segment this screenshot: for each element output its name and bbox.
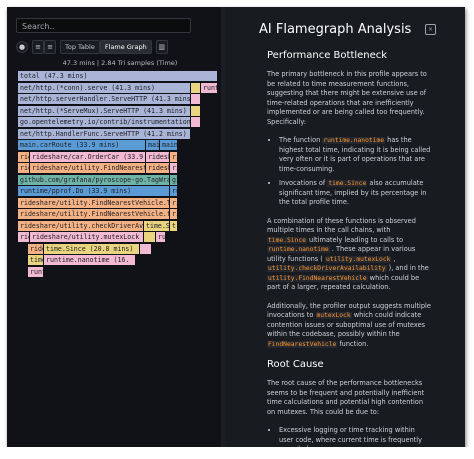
flame-bar[interactable]: main.	[146, 140, 160, 150]
flame-bar[interactable]: ri	[170, 151, 178, 162]
flame-bar[interactable]: main.b	[160, 140, 178, 150]
heading-root-cause: Root Cause	[267, 359, 324, 370]
flame-bar[interactable]: rideshare	[146, 151, 170, 162]
flame-bar[interactable]: ridesha	[18, 151, 30, 162]
list-item: Invocations of time.Since also accumulat…	[279, 179, 431, 208]
text-align-group: ≡ ≡	[32, 40, 56, 54]
flame-bar[interactable]: time.Since (20.8 mins)	[44, 243, 140, 254]
text: ,	[391, 254, 396, 263]
top-table-button[interactable]: Top Table	[60, 40, 100, 54]
circle-icon: ●	[18, 43, 26, 51]
both-view-button[interactable]: ▥	[155, 40, 168, 54]
flame-bar[interactable]: rideshare/utility.FindNearestVehicle.fun…	[18, 209, 170, 219]
flame-bar[interactable]: net/http.serverHandler.ServeHTTP (41.3 m…	[18, 94, 191, 104]
flamegraph: total (47.3 mins) net/http.(*conn).serve …	[18, 71, 240, 281]
text: The function	[279, 136, 323, 144]
paragraph: The root cause of the performance bottle…	[267, 379, 425, 416]
code-mutexlock: mutexLock	[315, 312, 352, 319]
flame-bar[interactable]	[140, 243, 152, 254]
flame-graph-button[interactable]: Flame Graph	[99, 40, 152, 54]
code-time-since: time.Since	[267, 236, 307, 244]
align-left-icon: ≡	[35, 43, 41, 51]
panel-title: AI Flamegraph Analysis	[259, 22, 412, 37]
flame-bar[interactable]: net/http.(*ServeMux).ServeHTTP (41.3 min…	[18, 105, 191, 116]
flame-bar[interactable]	[191, 82, 201, 93]
close-icon[interactable]: ×	[425, 24, 436, 35]
paragraph: The primary bottleneck in this profile a…	[267, 70, 427, 126]
text: ), and in the	[386, 264, 429, 272]
flame-bar[interactable]: ridesha	[18, 163, 30, 173]
code-mutex-lock: utility.mutexLock	[324, 255, 392, 263]
flame-bar[interactable]: rideshare/utility.FindNearestVehicle.Tag…	[18, 197, 170, 208]
paragraph: Additionally, the profiler output sugges…	[267, 302, 431, 350]
flame-bar[interactable]	[191, 117, 201, 127]
flame-bar[interactable]: ri	[170, 163, 178, 173]
flame-bar[interactable]: time.	[28, 255, 44, 265]
flame-bar[interactable]: runt	[28, 266, 44, 277]
flame-bar[interactable]: rides	[28, 243, 44, 254]
flame-bar[interactable]: rideshare	[146, 163, 170, 173]
flame-bar[interactable]: go.opentelemetry.io/contrib/instrumentat…	[18, 117, 191, 127]
code-runtime-nanotime: runtime.nanotime	[322, 137, 386, 144]
profile-summary: 47.3 mins | 2.84 Tri samples (Time)	[62, 59, 178, 67]
app-window: Search.. ● ≡ ≡ Top Table Flame Graph ▥ 4…	[7, 7, 465, 452]
flame-bar[interactable]: github.com/grafana/pyroscope-go.TagWrapp…	[18, 174, 170, 185]
align-center-icon: ≡	[47, 43, 53, 51]
text: function.	[337, 339, 369, 348]
flame-bar[interactable]	[191, 105, 201, 116]
flame-bar[interactable]: t	[170, 220, 178, 231]
code-check-driver: utility.checkDriverAvailability	[267, 265, 387, 272]
flame-bar[interactable]: rideshare/car.OrderCar (33.9 mins)	[30, 151, 146, 162]
flame-bar[interactable]: ri	[170, 197, 178, 208]
flame-bar[interactable]: rideshare/utility.checkDriverAvai	[18, 220, 144, 231]
flame-bar[interactable]: runt	[201, 82, 218, 93]
text: Invocations of	[279, 179, 328, 187]
view-mode-group: Top Table Flame Graph	[60, 40, 152, 54]
columns-icon: ▥	[158, 43, 166, 51]
flamegraph-pane: Search.. ● ≡ ≡ Top Table Flame Graph ▥ 4…	[7, 7, 239, 452]
flame-bar[interactable]: net/http.(*conn).serve (41.3 mins)	[18, 82, 191, 93]
flame-bar[interactable]: ru	[170, 186, 178, 196]
paragraph: A combination of these functions is obse…	[267, 217, 431, 293]
list-item: The function runtime.nanotime has the hi…	[279, 136, 431, 174]
page-edge	[0, 447, 474, 459]
color-scheme-button[interactable]: ●	[16, 41, 28, 53]
flame-bar[interactable]: gi	[170, 174, 178, 185]
flame-bar[interactable]: net/http.HandlerFunc.ServeHTTP (41.2 min…	[18, 128, 191, 139]
flame-bar[interactable]	[191, 94, 201, 104]
analysis-content: Performance Bottleneck The primary bottl…	[267, 47, 431, 452]
ai-analysis-panel: AI Flamegraph Analysis × Performance Bot…	[225, 7, 465, 452]
flame-bar[interactable]: ri	[170, 209, 178, 219]
flame-bar[interactable]: main.carRoute (33.9 mins)	[18, 140, 146, 150]
code-time-since: time.Since	[327, 180, 368, 187]
flame-bar[interactable]: rideshare/utility.FindNearestVehicle (33…	[30, 163, 146, 173]
align-left-button[interactable]: ≡	[32, 40, 44, 54]
text: ultimately leading to calls to	[306, 235, 403, 244]
text: A combination of these functions is obse…	[267, 216, 416, 235]
flame-bar[interactable]: ru	[156, 232, 166, 242]
flame-bar[interactable]	[144, 232, 156, 242]
code-findnearestvehicle: FindNearestVehicle	[267, 340, 338, 348]
code-runtime-nanotime: runtime.nanotime	[267, 246, 330, 253]
search-input[interactable]: Search..	[16, 18, 191, 33]
flame-bar[interactable]: runtime/pprof.Do (33.9 mins)	[18, 186, 170, 196]
align-center-button[interactable]: ≡	[44, 40, 56, 54]
flame-bar[interactable]: total (47.3 mins)	[18, 71, 218, 81]
flame-bar[interactable]: rideshare/utility.mutexLock	[30, 232, 144, 242]
flame-bar[interactable]: ride	[18, 232, 30, 242]
flame-bar[interactable]: time.Sin	[144, 220, 170, 231]
flame-bar[interactable]: runtime.nanotime (16.	[44, 255, 136, 265]
heading-performance-bottleneck: Performance Bottleneck	[267, 50, 388, 61]
code-find-nearest: utility.FindNearestVehicle	[267, 274, 368, 282]
view-toolbar: ● ≡ ≡ Top Table Flame Graph ▥	[16, 40, 168, 54]
bullet-list: The function runtime.nanotime has the hi…	[267, 136, 431, 208]
